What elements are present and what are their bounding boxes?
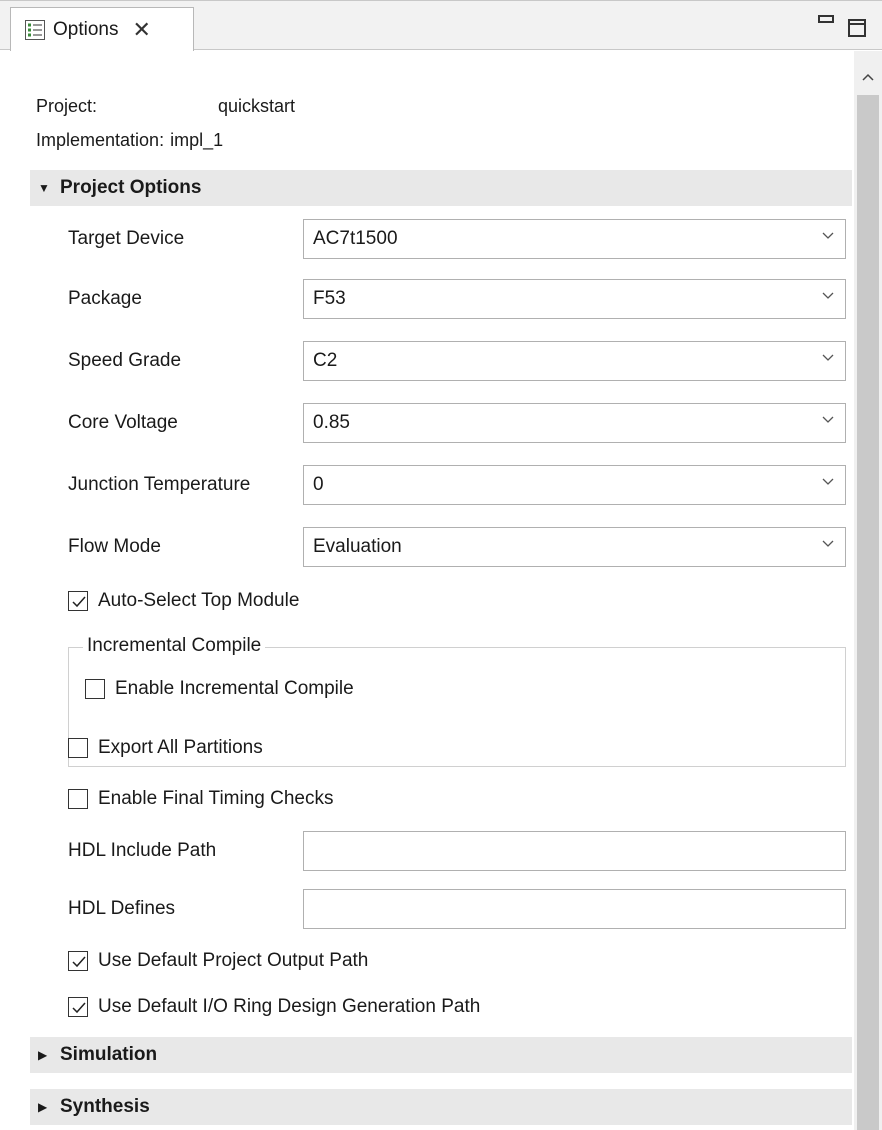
- hdl-include-path-label: HDL Include Path: [68, 840, 217, 861]
- expand-arrow-down-icon: ▼: [38, 181, 50, 195]
- target-device-select[interactable]: AC7t1500: [303, 219, 846, 259]
- default-io-ring-path-label: Use Default I/O Ring Design Generation P…: [98, 996, 481, 1017]
- minimize-icon[interactable]: [818, 15, 834, 23]
- junction-temperature-value: 0: [313, 474, 324, 495]
- section-label: Simulation: [60, 1044, 158, 1065]
- tab-label: Options: [53, 19, 119, 40]
- core-voltage-row: Core Voltage: [68, 401, 300, 445]
- expand-arrow-right-icon: ▶: [38, 1100, 48, 1114]
- auto-select-top-label: Auto-Select Top Module: [98, 590, 300, 611]
- final-timing-label: Enable Final Timing Checks: [98, 788, 334, 809]
- export-partitions-checkbox-row[interactable]: Export All Partitions: [68, 733, 263, 763]
- final-timing-checkbox-row[interactable]: Enable Final Timing Checks: [68, 784, 334, 814]
- speed-grade-value: C2: [313, 350, 338, 371]
- options-panel: Project: quickstart Implementation: impl…: [0, 51, 854, 1130]
- options-list-icon: [25, 20, 45, 40]
- export-partitions-checkbox[interactable]: [68, 738, 88, 758]
- vertical-scrollbar[interactable]: [854, 51, 882, 1130]
- project-row: Project: quickstart: [36, 89, 295, 123]
- junction-temperature-row: Junction Temperature: [68, 463, 300, 507]
- final-timing-checkbox[interactable]: [68, 789, 88, 809]
- close-icon[interactable]: ✕: [132, 19, 150, 41]
- default-output-path-checkbox[interactable]: [68, 951, 88, 971]
- core-voltage-select[interactable]: 0.85: [303, 403, 846, 443]
- section-simulation[interactable]: ▶ Simulation: [30, 1037, 852, 1073]
- hdl-defines-input[interactable]: [303, 889, 846, 929]
- junction-temperature-select[interactable]: 0: [303, 465, 846, 505]
- section-synthesis[interactable]: ▶ Synthesis: [30, 1089, 852, 1125]
- project-value: quickstart: [218, 96, 296, 116]
- hdl-defines-label: HDL Defines: [68, 898, 176, 919]
- enable-incremental-checkbox[interactable]: [85, 679, 105, 699]
- speed-grade-label: Speed Grade: [68, 350, 182, 371]
- hdl-include-path-input[interactable]: [303, 831, 846, 871]
- speed-grade-select[interactable]: C2: [303, 341, 846, 381]
- chevron-down-icon: [822, 478, 834, 485]
- section-project-options[interactable]: ▼ Project Options: [30, 170, 852, 206]
- export-partitions-label: Export All Partitions: [98, 737, 263, 758]
- implementation-row: Implementation: impl_1: [36, 123, 295, 157]
- chevron-down-icon: [822, 540, 834, 547]
- scroll-up-arrow-icon[interactable]: [854, 67, 882, 87]
- auto-select-top-checkbox[interactable]: [68, 591, 88, 611]
- package-value: F53: [313, 288, 346, 309]
- enable-incremental-checkbox-row[interactable]: Enable Incremental Compile: [85, 674, 354, 704]
- implementation-label: Implementation:: [36, 130, 165, 150]
- hdl-defines-row: HDL Defines: [68, 887, 300, 931]
- package-row: Package: [68, 277, 300, 321]
- speed-grade-row: Speed Grade: [68, 339, 300, 383]
- chevron-down-icon: [822, 416, 834, 423]
- scrollbar-thumb[interactable]: [857, 95, 879, 1130]
- project-info: Project: quickstart Implementation: impl…: [36, 89, 295, 157]
- package-label: Package: [68, 288, 142, 309]
- package-select[interactable]: F53: [303, 279, 846, 319]
- target-device-value: AC7t1500: [313, 228, 398, 249]
- section-label: Synthesis: [60, 1096, 150, 1117]
- chevron-down-icon: [822, 354, 834, 361]
- target-device-row: Target Device: [68, 217, 300, 261]
- flow-mode-value: Evaluation: [313, 536, 402, 557]
- default-io-ring-path-checkbox[interactable]: [68, 997, 88, 1017]
- auto-select-top-checkbox-row[interactable]: Auto-Select Top Module: [68, 586, 299, 616]
- project-label: Project:: [36, 96, 98, 116]
- default-output-path-label: Use Default Project Output Path: [98, 950, 369, 971]
- core-voltage-value: 0.85: [313, 412, 350, 433]
- implementation-value: impl_1: [170, 130, 224, 150]
- incremental-compile-title: Incremental Compile: [83, 635, 266, 657]
- chevron-down-icon: [822, 292, 834, 299]
- default-io-ring-path-checkbox-row[interactable]: Use Default I/O Ring Design Generation P…: [68, 992, 480, 1022]
- flow-mode-row: Flow Mode: [68, 525, 300, 569]
- maximize-icon[interactable]: [848, 19, 866, 37]
- hdl-include-path-row: HDL Include Path: [68, 829, 300, 873]
- target-device-label: Target Device: [68, 228, 185, 249]
- chevron-down-icon: [822, 232, 834, 239]
- junction-temperature-label: Junction Temperature: [68, 474, 251, 495]
- flow-mode-select[interactable]: Evaluation: [303, 527, 846, 567]
- expand-arrow-right-icon: ▶: [38, 1048, 48, 1062]
- tab-strip: Options ✕: [0, 0, 882, 52]
- section-label: Project Options: [60, 177, 202, 198]
- flow-mode-label: Flow Mode: [68, 536, 161, 557]
- core-voltage-label: Core Voltage: [68, 412, 178, 433]
- default-output-path-checkbox-row[interactable]: Use Default Project Output Path: [68, 946, 368, 976]
- tab-options[interactable]: Options ✕: [10, 7, 194, 52]
- enable-incremental-label: Enable Incremental Compile: [115, 678, 354, 699]
